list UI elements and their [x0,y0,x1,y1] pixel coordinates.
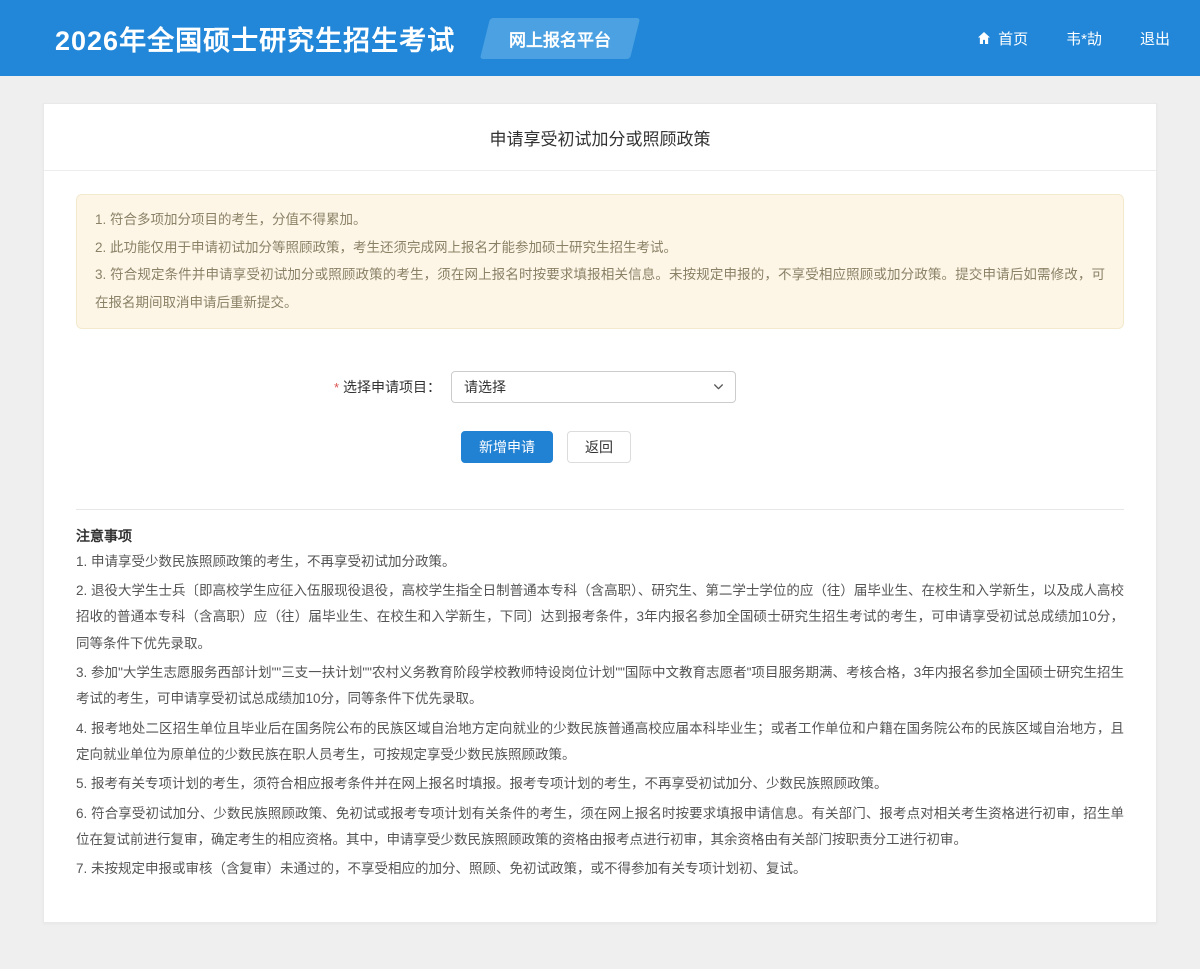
back-button[interactable]: 返回 [567,431,631,463]
note-item: 5. 报考有关专项计划的考生，须符合相应报考条件并在网上报名时填报。报考专项计划… [76,771,1124,797]
apply-item-select-value: 请选择 [464,377,506,397]
note-item: 6. 符合享受初试加分、少数民族照顾政策、免初试或报考专项计划有关条件的考生，须… [76,801,1124,854]
nav-home-link[interactable]: 首页 [976,28,1028,49]
card-body: 1. 符合多项加分项目的考生，分值不得累加。 2. 此功能仅用于申请初试加分等照… [44,194,1156,882]
chevron-down-icon [712,380,725,393]
logout-label: 退出 [1140,28,1170,49]
nav-home-label: 首页 [998,28,1028,49]
header-nav: 首页 韦*劼 退出 [976,28,1170,49]
required-asterisk: * [334,380,339,395]
note-item: 2. 退役大学生士兵〔即高校学生应征入伍服现役退役，高校学生指全日制普通本专科（… [76,578,1124,657]
apply-form-row: * 选择申请项目： 请选择 [76,371,1124,403]
notes-heading: 注意事项 [76,526,1124,546]
apply-item-label: * 选择申请项目： [76,377,451,397]
app-title: 2026年全国硕士研究生招生考试 [55,19,455,58]
platform-badge: 网上报名平台 [480,18,640,59]
notice-item: 1. 符合多项加分项目的考生，分值不得累加。 [95,206,1105,234]
nav-logout-link[interactable]: 退出 [1140,28,1170,49]
apply-item-select[interactable]: 请选择 [451,371,736,403]
notice-item: 3. 符合规定条件并申请享受初试加分或照顾政策的考生，须在网上报名时按要求填报相… [95,261,1105,316]
page-title: 申请享受初试加分或照顾政策 [44,104,1156,171]
note-item: 1. 申请享受少数民族照顾政策的考生，不再享受初试加分政策。 [76,549,1124,575]
main-card: 申请享受初试加分或照顾政策 1. 符合多项加分项目的考生，分值不得累加。 2. … [43,103,1157,923]
app-header: 2026年全国硕士研究生招生考试 网上报名平台 首页 韦*劼 退出 [0,0,1200,76]
notes-divider [76,509,1124,510]
nav-username[interactable]: 韦*劼 [1066,28,1102,49]
notes-section: 注意事项 1. 申请享受少数民族照顾政策的考生，不再享受初试加分政策。 2. 退… [76,526,1124,883]
note-item: 3. 参加"大学生志愿服务西部计划""三支一扶计划""农村义务教育阶段学校教师特… [76,660,1124,713]
button-row: 新增申请 返回 [76,431,1124,463]
note-item: 4. 报考地处二区招生单位且毕业后在国务院公布的民族区域自治地方定向就业的少数民… [76,716,1124,769]
notice-item: 2. 此功能仅用于申请初试加分等照顾政策，考生还须完成网上报名才能参加硕士研究生… [95,234,1105,262]
platform-badge-label: 网上报名平台 [509,26,611,51]
apply-item-label-text: 选择申请项目： [343,379,441,395]
notice-box: 1. 符合多项加分项目的考生，分值不得累加。 2. 此功能仅用于申请初试加分等照… [76,194,1124,329]
note-item: 7. 未按规定申报或审核（含复审）未通过的，不享受相应的加分、照顾、免初试政策，… [76,856,1124,882]
home-icon [976,30,992,46]
new-application-button[interactable]: 新增申请 [461,431,553,463]
username-label: 韦*劼 [1066,28,1102,49]
